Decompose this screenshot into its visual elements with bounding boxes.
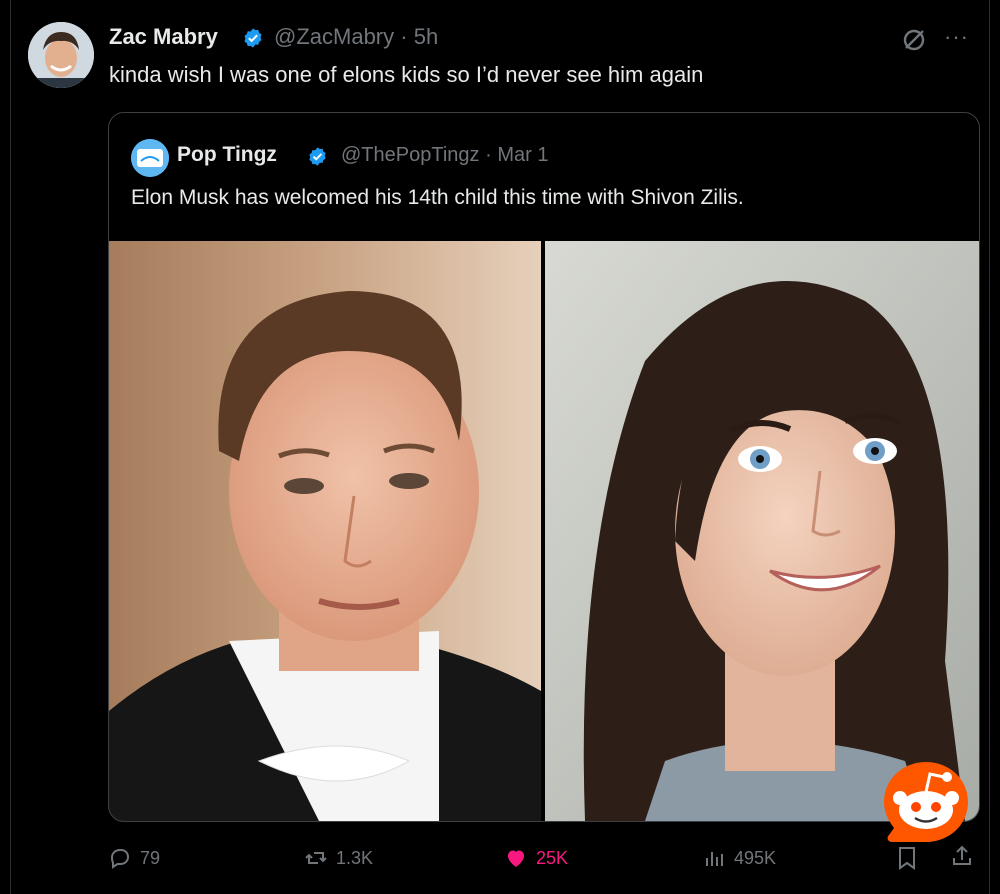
like-button[interactable]: 25K xyxy=(504,843,568,873)
grok-icon[interactable] xyxy=(900,26,928,54)
like-count: 25K xyxy=(536,847,569,868)
author-handle-line: @ZacMabry · 5h xyxy=(274,24,438,50)
separator-dot: · xyxy=(485,144,492,166)
reply-count: 79 xyxy=(140,847,161,868)
quoted-media[interactable] xyxy=(109,241,979,821)
photo-right[interactable] xyxy=(545,241,979,821)
tweet-text: kinda wish I was one of elons kids so I’… xyxy=(109,62,704,87)
reddit-logo xyxy=(884,762,968,842)
repost-icon xyxy=(305,852,327,864)
quoted-handle-line: @ThePopTingz · Mar 1 xyxy=(341,144,548,167)
repost-count: 1.3K xyxy=(336,847,374,868)
quoted-tweet-card[interactable]: Pop Tingz @ThePopTingz · Mar 1 Elon Musk… xyxy=(108,112,980,822)
verified-icon xyxy=(244,28,262,48)
avatar[interactable] xyxy=(28,22,94,88)
quoted-text: Elon Musk has welcomed his 14th child th… xyxy=(131,186,744,209)
quoted-author-name[interactable]: Pop Tingz xyxy=(177,143,277,167)
more-icon[interactable]: ··· xyxy=(944,24,969,50)
reply-button[interactable]: 79 xyxy=(108,843,160,873)
views-count: 495K xyxy=(734,847,777,868)
avatar-image xyxy=(28,22,94,88)
like-icon xyxy=(508,850,524,867)
photo-left[interactable] xyxy=(109,241,541,821)
views-icon xyxy=(706,852,723,866)
author-handle[interactable]: @ZacMabry xyxy=(274,24,394,49)
quoted-avatar[interactable] xyxy=(131,139,169,177)
author-name[interactable]: Zac Mabry xyxy=(109,24,218,50)
repost-button[interactable]: 1.3K xyxy=(304,843,373,873)
reply-icon xyxy=(110,849,130,869)
quoted-author-handle[interactable]: @ThePopTingz xyxy=(341,144,480,166)
verified-icon xyxy=(309,147,326,166)
bookmark-icon[interactable] xyxy=(895,845,919,871)
tweet-time[interactable]: 5h xyxy=(414,24,438,49)
separator-dot: · xyxy=(400,24,408,49)
quoted-avatar-image xyxy=(131,139,169,177)
quoted-date[interactable]: Mar 1 xyxy=(497,144,548,166)
views-button[interactable]: 495K xyxy=(702,843,776,873)
